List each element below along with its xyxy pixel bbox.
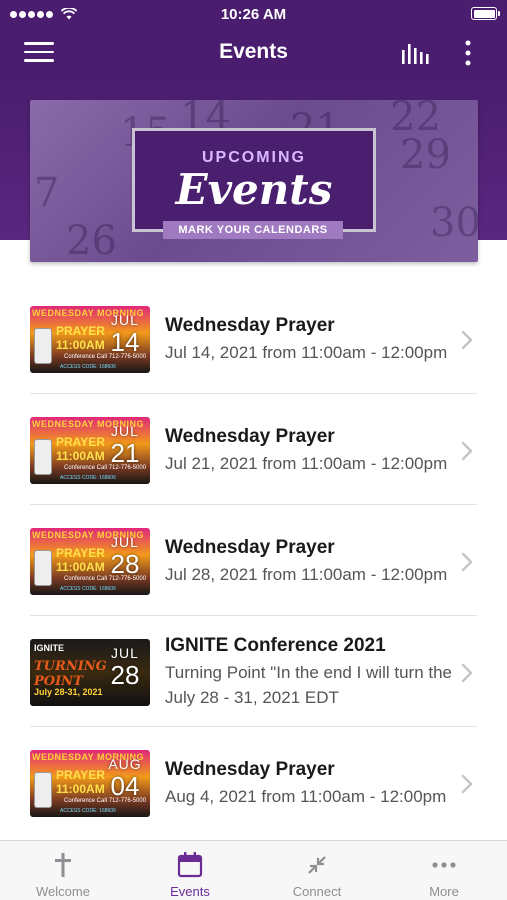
event-description: Turning Point "In the end I will turn th… bbox=[165, 663, 453, 682]
thumb-access: ACCESS CODE: 168606 bbox=[60, 808, 116, 814]
thumb-access: ACCESS CODE: 168606 bbox=[60, 586, 116, 592]
event-row[interactable]: IGNITE TURNING POINT July 28-31, 2021 JU… bbox=[0, 617, 507, 727]
thumb-title: IGNITE bbox=[34, 643, 65, 653]
date-month: AUG bbox=[108, 756, 142, 772]
tab-label: More bbox=[429, 884, 459, 899]
upcoming-events-banner[interactable]: 7 26 15 14 21 22 29 30 UPCOMING Events M… bbox=[30, 100, 478, 262]
phone-graphic bbox=[34, 550, 52, 586]
page-title: Events bbox=[219, 40, 288, 63]
tab-bar: Welcome Events Connect More bbox=[0, 840, 507, 900]
tab-more[interactable]: More bbox=[381, 841, 507, 900]
date-overlay: AUG 04 bbox=[100, 756, 150, 800]
chevron-right-icon bbox=[461, 774, 473, 794]
event-row[interactable]: WEDNESDAY MORNING PRAYER 11:00AM Confere… bbox=[0, 506, 507, 616]
phone-graphic bbox=[34, 439, 52, 475]
event-name: Wednesday Prayer bbox=[165, 426, 335, 447]
event-row[interactable]: WEDNESDAY MORNING PRAYER 11:00AM Confere… bbox=[0, 284, 507, 394]
vertical-dots-icon[interactable] bbox=[458, 38, 478, 68]
date-overlay: JUL 14 bbox=[100, 312, 150, 356]
row-divider bbox=[30, 393, 477, 394]
cross-icon bbox=[55, 853, 71, 877]
banner-events-text: Events bbox=[175, 165, 333, 214]
event-thumbnail: WEDNESDAY MORNING PRAYER 11:00AM Confere… bbox=[30, 306, 150, 373]
date-day: 14 bbox=[110, 327, 140, 357]
tab-events[interactable]: Events bbox=[127, 841, 253, 900]
tab-label: Connect bbox=[292, 884, 342, 899]
chevron-right-icon bbox=[461, 441, 473, 461]
row-divider bbox=[30, 504, 477, 505]
event-datetime: Jul 21, 2021 from 11:00am - 12:00pm bbox=[165, 454, 448, 473]
date-overlay: JUL 21 bbox=[100, 423, 150, 467]
event-thumbnail: IGNITE TURNING POINT July 28-31, 2021 JU… bbox=[30, 639, 150, 706]
chevron-right-icon bbox=[461, 330, 473, 350]
more-dots-icon bbox=[432, 862, 456, 868]
phone-graphic bbox=[34, 772, 52, 808]
date-day: 28 bbox=[110, 549, 140, 579]
event-name: IGNITE Conference 2021 bbox=[165, 635, 386, 656]
date-month: JUL bbox=[111, 423, 139, 439]
date-month: JUL bbox=[111, 312, 139, 328]
status-time: 10:26 AM bbox=[220, 6, 287, 23]
tab-label: Events bbox=[170, 884, 210, 899]
row-divider bbox=[30, 615, 477, 616]
event-thumbnail: WEDNESDAY MORNING PRAYER 11:00AM Confere… bbox=[30, 750, 150, 817]
chevron-right-icon bbox=[461, 663, 473, 683]
date-overlay: JUL 28 bbox=[100, 645, 150, 689]
date-day: 04 bbox=[110, 771, 140, 801]
calendar-icon bbox=[177, 852, 203, 878]
battery-icon bbox=[471, 7, 500, 20]
bar-chart-icon[interactable] bbox=[400, 40, 430, 66]
tab-welcome[interactable]: Welcome bbox=[0, 841, 126, 900]
nav-bar: Events bbox=[0, 28, 507, 78]
event-name: Wednesday Prayer bbox=[165, 315, 335, 336]
phone-graphic bbox=[34, 328, 52, 364]
tab-label: Welcome bbox=[36, 884, 90, 899]
date-day: 28 bbox=[110, 660, 140, 690]
event-datetime: Aug 4, 2021 from 11:00am - 12:00pm bbox=[165, 787, 447, 806]
event-thumbnail: WEDNESDAY MORNING PRAYER 11:00AM Confere… bbox=[30, 417, 150, 484]
event-row[interactable]: WEDNESDAY MORNING PRAYER 11:00AM Confere… bbox=[0, 395, 507, 505]
thumb-date: July 28-31, 2021 bbox=[34, 687, 103, 697]
thumb-access: ACCESS CODE: 168606 bbox=[60, 364, 116, 370]
date-overlay: JUL 28 bbox=[100, 534, 150, 578]
chevron-right-icon bbox=[461, 552, 473, 572]
date-month: JUL bbox=[111, 645, 139, 661]
connect-arrows-icon bbox=[308, 856, 326, 874]
tab-connect[interactable]: Connect bbox=[254, 841, 380, 900]
event-datetime: July 28 - 31, 2021 EDT bbox=[165, 688, 339, 707]
event-row[interactable]: WEDNESDAY MORNING PRAYER 11:00AM Confere… bbox=[0, 728, 507, 838]
event-datetime: Jul 28, 2021 from 11:00am - 12:00pm bbox=[165, 565, 448, 584]
date-month: JUL bbox=[111, 534, 139, 550]
date-day: 21 bbox=[110, 438, 140, 468]
event-datetime: Jul 14, 2021 from 11:00am - 12:00pm bbox=[165, 343, 448, 362]
row-divider bbox=[30, 726, 477, 727]
thumb-access: ACCESS CODE: 168606 bbox=[60, 475, 116, 481]
event-thumbnail: WEDNESDAY MORNING PRAYER 11:00AM Confere… bbox=[30, 528, 150, 595]
banner-frame: UPCOMING Events MARK YOUR CALENDARS bbox=[132, 128, 376, 239]
event-name: Wednesday Prayer bbox=[165, 759, 335, 780]
event-name: Wednesday Prayer bbox=[165, 537, 335, 558]
status-bar: 10:26 AM bbox=[0, 0, 507, 28]
banner-tagline: MARK YOUR CALENDARS bbox=[163, 221, 343, 239]
